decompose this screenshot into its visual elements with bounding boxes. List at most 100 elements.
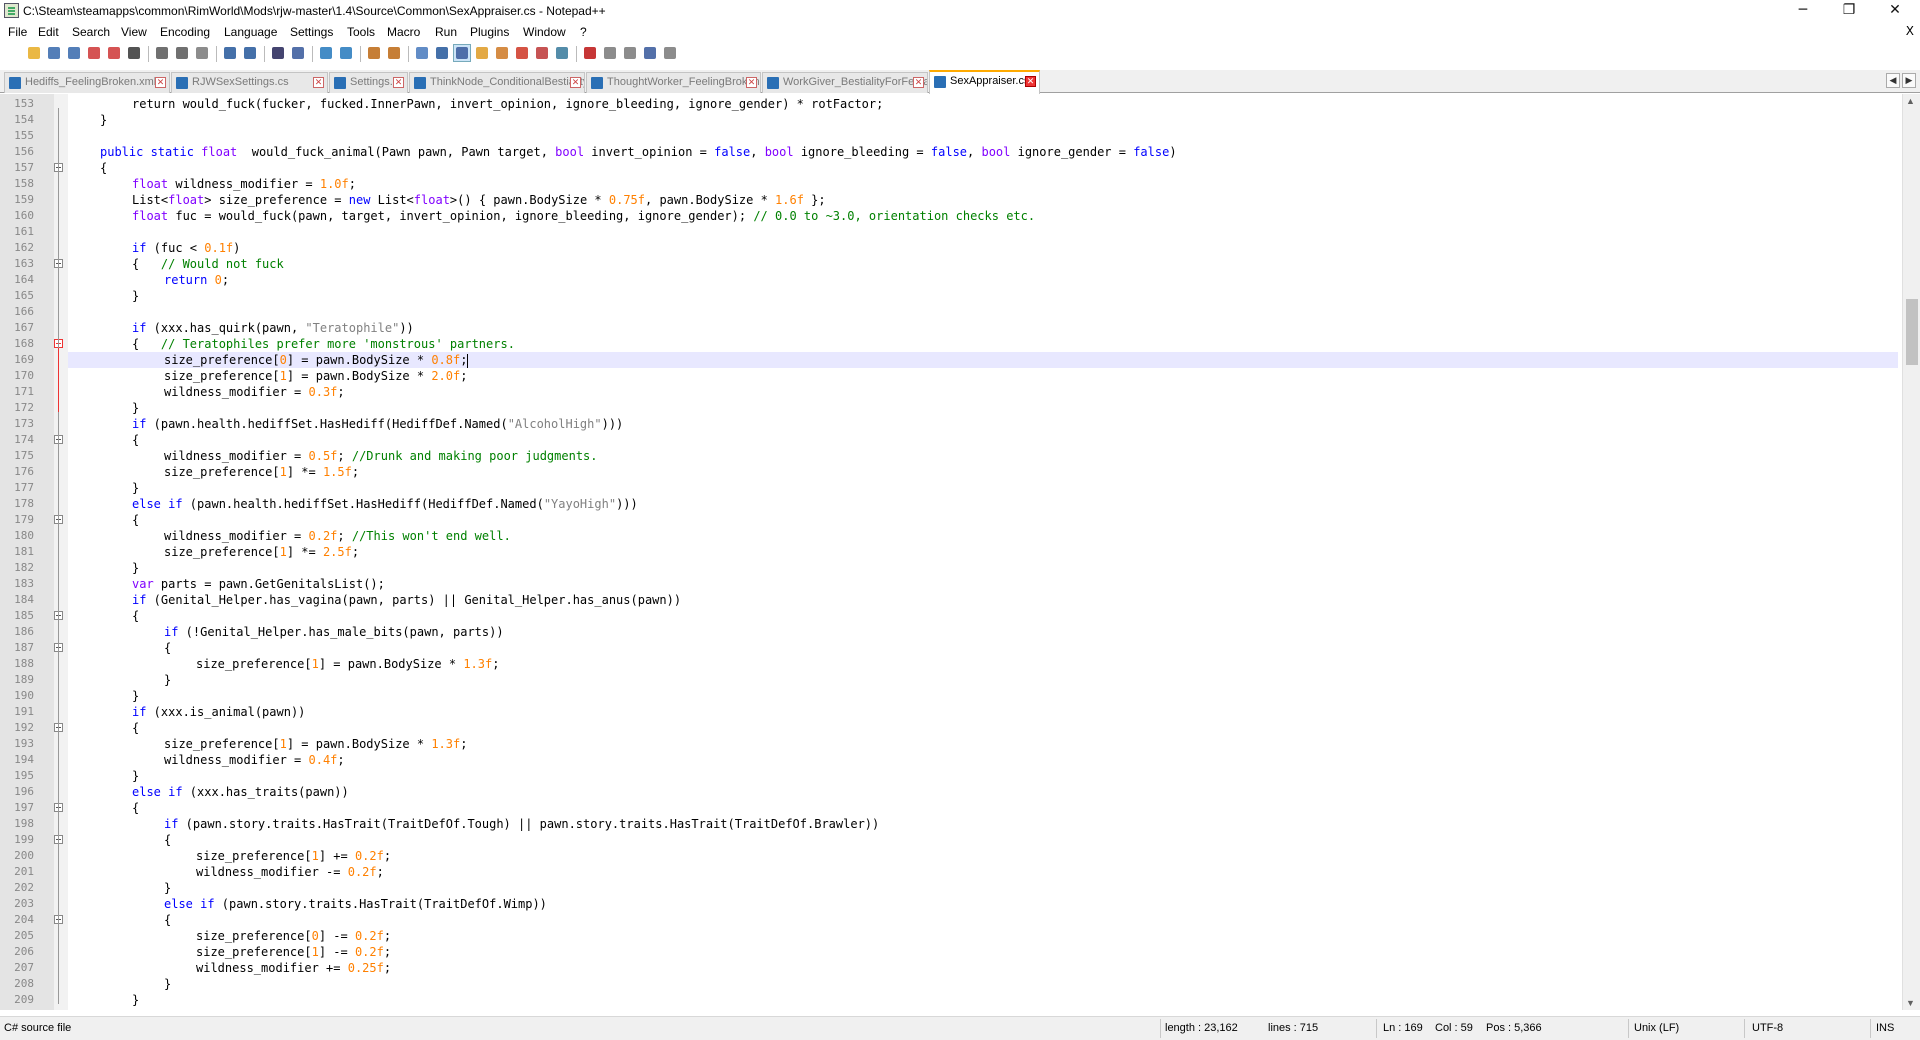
- tab-close-icon[interactable]: ✕: [313, 77, 324, 88]
- indent-guide-icon[interactable]: [453, 44, 471, 62]
- tab-close-icon[interactable]: ✕: [913, 77, 924, 88]
- fold-margin[interactable]: [54, 94, 68, 1010]
- tab-close-icon[interactable]: ✕: [393, 77, 404, 88]
- tab-scroll-left-button[interactable]: ◀: [1886, 73, 1900, 88]
- code-line[interactable]: {: [68, 160, 1898, 176]
- tab-thinknode-conditionalbestiality-cs[interactable]: ThinkNode_ConditionalBestiality.cs ✕: [409, 72, 585, 93]
- code-line[interactable]: if (xxx.has_quirk(pawn, "Teratophile")): [68, 320, 1898, 336]
- redo-icon[interactable]: [242, 45, 258, 61]
- monitoring-icon[interactable]: [554, 45, 570, 61]
- code-line[interactable]: [68, 304, 1898, 320]
- tab-close-icon[interactable]: ✕: [1025, 76, 1036, 87]
- show-all-chars-icon[interactable]: [434, 45, 450, 61]
- code-line[interactable]: if (xxx.is_animal(pawn)): [68, 704, 1898, 720]
- close-all-icon[interactable]: [106, 45, 122, 61]
- code-line[interactable]: return 0;: [68, 272, 1898, 288]
- code-line[interactable]: size_preference[1] = pawn.BodySize * 1.3…: [68, 736, 1898, 752]
- code-line[interactable]: float wildness_modifier = 1.0f;: [68, 176, 1898, 192]
- close-document-button[interactable]: X: [1906, 24, 1914, 38]
- sync-v-icon[interactable]: [366, 45, 382, 61]
- menu-macro[interactable]: Macro: [387, 25, 420, 39]
- code-line[interactable]: {: [68, 912, 1898, 928]
- zoom-out-icon[interactable]: [338, 45, 354, 61]
- code-line[interactable]: wildness_modifier += 0.25f;: [68, 960, 1898, 976]
- stop-record-icon[interactable]: [602, 45, 618, 61]
- menu-plugins[interactable]: Plugins: [470, 25, 509, 39]
- print-icon[interactable]: [126, 45, 142, 61]
- undo-icon[interactable]: [222, 45, 238, 61]
- folder-workspace-icon[interactable]: [534, 45, 550, 61]
- code-line[interactable]: if (Genital_Helper.has_vagina(pawn, part…: [68, 592, 1898, 608]
- code-line[interactable]: }: [68, 768, 1898, 784]
- tab-thoughtworker-feelingbroken-cs[interactable]: ThoughtWorker_FeelingBroken.cs ✕: [586, 72, 761, 93]
- menu-edit[interactable]: Edit: [38, 25, 59, 39]
- tab-rjwsexsettings-cs[interactable]: RJWSexSettings.cs ✕: [171, 72, 328, 93]
- menu-file[interactable]: File: [8, 25, 27, 39]
- doc-map-icon[interactable]: [494, 45, 510, 61]
- code-line[interactable]: }: [68, 880, 1898, 896]
- code-line[interactable]: }: [68, 560, 1898, 576]
- tab-scroll-right-button[interactable]: ▶: [1902, 73, 1916, 88]
- function-list-icon[interactable]: [514, 45, 530, 61]
- menu-run[interactable]: Run: [435, 25, 457, 39]
- code-line[interactable]: [68, 128, 1898, 144]
- code-line[interactable]: else if (xxx.has_traits(pawn)): [68, 784, 1898, 800]
- open-file-icon[interactable]: [26, 45, 42, 61]
- code-line[interactable]: {: [68, 720, 1898, 736]
- menu-language[interactable]: Language: [224, 25, 277, 39]
- code-line[interactable]: return would_fuck(fucker, fucked.InnerPa…: [68, 96, 1898, 112]
- menu-window[interactable]: Window: [523, 25, 566, 39]
- tab-workgiver-bestialityforfemale-cs[interactable]: WorkGiver_BestialityForFemale.cs✕: [762, 72, 928, 93]
- code-line[interactable]: size_preference[1] = pawn.BodySize * 2.0…: [68, 368, 1898, 384]
- code-line[interactable]: var parts = pawn.GetGenitalsList();: [68, 576, 1898, 592]
- code-line[interactable]: size_preference[0] = pawn.BodySize * 0.8…: [68, 352, 1898, 368]
- play-macro-icon[interactable]: [622, 45, 638, 61]
- code-line[interactable]: { // Teratophiles prefer more 'monstrous…: [68, 336, 1898, 352]
- copy-icon[interactable]: [174, 45, 190, 61]
- menu-settings[interactable]: Settings: [290, 25, 333, 39]
- tab-hediffs-feelingbroken-xml[interactable]: Hediffs_FeelingBroken.xml ✕: [4, 72, 170, 93]
- code-line[interactable]: wildness_modifier -= 0.2f;: [68, 864, 1898, 880]
- code-line[interactable]: List<float> size_preference = new List<f…: [68, 192, 1898, 208]
- code-line[interactable]: wildness_modifier = 0.3f;: [68, 384, 1898, 400]
- code-line[interactable]: size_preference[1] *= 2.5f;: [68, 544, 1898, 560]
- code-line[interactable]: size_preference[1] += 0.2f;: [68, 848, 1898, 864]
- save-macro-icon[interactable]: [662, 45, 678, 61]
- code-line[interactable]: }: [68, 992, 1898, 1008]
- notepadpp-app-icon[interactable]: [4, 3, 19, 18]
- tab-settings-cs[interactable]: Settings.cs ✕: [329, 72, 408, 93]
- code-line[interactable]: {: [68, 608, 1898, 624]
- code-line[interactable]: [68, 224, 1898, 240]
- cut-icon[interactable]: [154, 45, 170, 61]
- code-line[interactable]: else if (pawn.story.traits.HasTrait(Trai…: [68, 896, 1898, 912]
- code-line[interactable]: }: [68, 976, 1898, 992]
- new-file-icon[interactable]: [6, 45, 22, 61]
- code-line[interactable]: }: [68, 112, 1898, 128]
- code-line[interactable]: {: [68, 640, 1898, 656]
- save-all-icon[interactable]: [66, 45, 82, 61]
- code-line[interactable]: {: [68, 512, 1898, 528]
- code-line[interactable]: { // Would not fuck: [68, 256, 1898, 272]
- code-area[interactable]: return would_fuck(fucker, fucked.InnerPa…: [68, 94, 1898, 1010]
- menu-view[interactable]: View: [121, 25, 147, 39]
- code-line[interactable]: }: [68, 400, 1898, 416]
- find-icon[interactable]: [270, 45, 286, 61]
- code-line[interactable]: {: [68, 432, 1898, 448]
- code-line[interactable]: size_preference[0] -= 0.2f;: [68, 928, 1898, 944]
- code-line[interactable]: if (pawn.story.traits.HasTrait(TraitDefO…: [68, 816, 1898, 832]
- code-line[interactable]: size_preference[1] = pawn.BodySize * 1.3…: [68, 656, 1898, 672]
- code-editor[interactable]: 153 154 155 156 157 158 159 160 161 162 163 164 165 1…: [0, 94, 1920, 1010]
- code-line[interactable]: {: [68, 832, 1898, 848]
- code-line[interactable]: size_preference[1] -= 0.2f;: [68, 944, 1898, 960]
- zoom-in-icon[interactable]: [318, 45, 334, 61]
- word-wrap-icon[interactable]: [414, 45, 430, 61]
- code-line[interactable]: wildness_modifier = 0.5f; //Drunk and ma…: [68, 448, 1898, 464]
- code-line[interactable]: if (fuc < 0.1f): [68, 240, 1898, 256]
- code-line[interactable]: {: [68, 800, 1898, 816]
- code-line[interactable]: wildness_modifier = 0.2f; //This won't e…: [68, 528, 1898, 544]
- menu-help[interactable]: ?: [580, 25, 587, 39]
- menu-encoding[interactable]: Encoding: [160, 25, 210, 39]
- code-line[interactable]: wildness_modifier = 0.4f;: [68, 752, 1898, 768]
- code-line[interactable]: else if (pawn.health.hediffSet.HasHediff…: [68, 496, 1898, 512]
- tab-sexappraiser-cs[interactable]: SexAppraiser.cs ✕: [929, 70, 1040, 94]
